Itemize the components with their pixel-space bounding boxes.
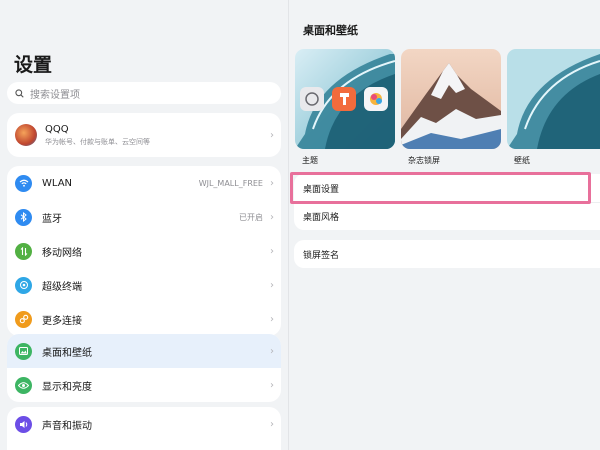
wallpaper-thumbnail[interactable] (507, 49, 600, 149)
sidebar-item-label: 声音和振动 (42, 420, 92, 432)
sidebar-item-display-brightness[interactable]: 显示和亮度 › (7, 368, 281, 402)
theme-thumbnail[interactable] (295, 49, 395, 149)
magazine-lock-label: 杂志锁屏 (408, 156, 440, 165)
sidebar-item-label: 移动网络 (42, 247, 82, 259)
chevron-right-icon: › (270, 279, 274, 291)
page-title: 设置 (14, 54, 53, 76)
avatar (15, 124, 37, 146)
connectivity-group: WLAN WJL_MALL_FREE › 蓝牙 已开启 › 移动网络 › 超级终… (7, 166, 281, 336)
chevron-right-icon: › (270, 245, 274, 257)
mountain-preview-image (401, 49, 501, 149)
highlight-box (290, 172, 591, 204)
sidebar-item-super-device[interactable]: 超级终端 › (7, 268, 281, 302)
speaker-icon (15, 415, 32, 433)
sidebar-item-label: WLAN (42, 177, 73, 189)
sidebar-item-label: 超级终端 (42, 281, 82, 293)
sidebar-item-wlan[interactable]: WLAN WJL_MALL_FREE › (7, 166, 281, 200)
sidebar-item-mobile-network[interactable]: 移动网络 › (7, 234, 281, 268)
link-icon (15, 310, 32, 328)
chevron-right-icon: › (270, 345, 274, 357)
sidebar-item-bluetooth[interactable]: 蓝牙 已开启 › (7, 200, 281, 234)
sidebar-item-label: 更多连接 (42, 315, 82, 327)
search-input[interactable]: 搜索设置项 (7, 82, 281, 104)
sound-group: 声音和振动 › (7, 407, 281, 450)
chevron-right-icon: › (270, 418, 274, 430)
account-subtitle: 华为帐号、付款与账单、云空间等 (45, 137, 150, 146)
sidebar-item-label: 显示和亮度 (42, 381, 92, 393)
account-row[interactable]: QQQ 华为帐号、付款与账单、云空间等 › (7, 113, 281, 157)
chevron-right-icon: › (270, 379, 274, 391)
theme-preview-image (295, 49, 395, 149)
wlan-network-name: WJL_MALL_FREE (198, 178, 263, 188)
search-icon (15, 88, 24, 98)
account-card[interactable]: QQQ 华为帐号、付款与账单、云空间等 › (7, 113, 281, 157)
lock-signature-row[interactable]: 锁屏签名 (294, 240, 600, 268)
wallpaper-label: 壁纸 (514, 156, 530, 165)
chevron-right-icon: › (270, 129, 274, 141)
chevron-right-icon: › (270, 211, 274, 223)
detail-title: 桌面和壁纸 (303, 24, 358, 37)
eye-icon (15, 376, 32, 394)
sidebar-item-sound-vibration[interactable]: 声音和振动 › (7, 407, 281, 441)
sidebar-item-desktop-wallpaper[interactable]: 桌面和壁纸 › (7, 334, 281, 368)
wallpaper-icon (15, 342, 32, 360)
wifi-icon (15, 174, 32, 192)
account-name: QQQ (45, 123, 69, 135)
desktop-style-row[interactable]: 桌面风格 (294, 202, 600, 230)
mobile-data-icon (15, 242, 32, 260)
super-device-icon (15, 276, 32, 294)
bluetooth-icon (15, 208, 32, 226)
settings-sidebar: 设置 搜索设置项 QQQ 华为帐号、付款与账单、云空间等 › WLAN WJL_… (0, 0, 288, 450)
chevron-right-icon: › (270, 177, 274, 189)
lock-signature-card: 锁屏签名 (294, 240, 600, 268)
chevron-right-icon: › (270, 313, 274, 325)
display-group: 桌面和壁纸 › 显示和亮度 › (7, 334, 281, 402)
sidebar-item-label: 桌面和壁纸 (42, 347, 92, 359)
magazine-lock-thumbnail[interactable] (401, 49, 501, 149)
sidebar-item-label: 蓝牙 (42, 213, 62, 225)
bluetooth-status: 已开启 (239, 212, 263, 222)
sidebar-item-more-connections[interactable]: 更多连接 › (7, 302, 281, 336)
theme-label: 主题 (302, 156, 318, 165)
detail-pane: 桌面和壁纸 主题 杂志锁屏 壁纸 桌面设置 桌面风格 锁屏签名 (289, 0, 600, 450)
search-placeholder: 搜索设置项 (30, 89, 80, 101)
wallpaper-preview-image (507, 49, 600, 149)
